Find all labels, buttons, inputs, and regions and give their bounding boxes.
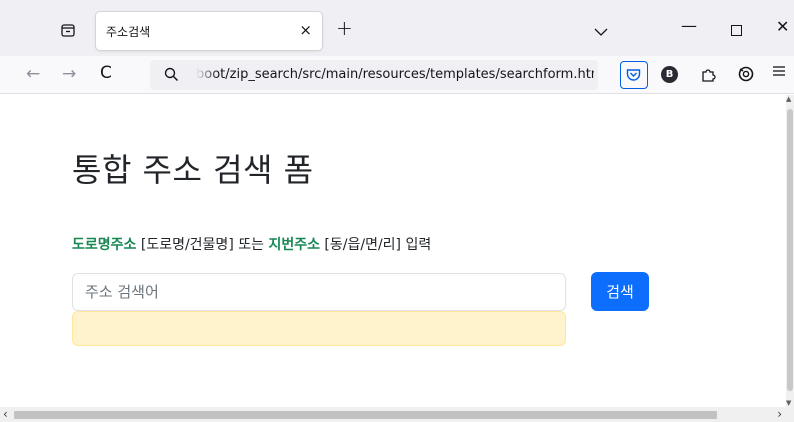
tab-close-icon[interactable]: × xyxy=(299,21,312,39)
tab-list-icon[interactable] xyxy=(60,22,76,38)
reload-icon[interactable]: C xyxy=(100,63,112,83)
navigation-bar: ← → C boot/zip_search/src/main/resources… xyxy=(0,56,794,94)
extension-b-icon[interactable]: B xyxy=(661,66,678,83)
horizontal-scrollbar[interactable]: ‹ › xyxy=(0,407,794,422)
pocket-icon[interactable] xyxy=(620,61,648,89)
new-tab-icon[interactable]: + xyxy=(336,16,353,40)
address-search-input[interactable] xyxy=(72,273,566,311)
lot-address-label: 지번주소 xyxy=(268,237,320,253)
search-instructions: 도로명주소 [도로명/건물명] 또는 지번주소 [동/읍/면/리] 입력 xyxy=(72,234,431,254)
vertical-scrollbar[interactable]: ▲ ▼ xyxy=(786,95,794,407)
search-icon xyxy=(164,67,179,86)
tab-title: 주소검색 xyxy=(106,25,151,39)
vertical-scroll-thumb[interactable] xyxy=(787,109,793,391)
tab-strip: 주소검색 × + — ✕ xyxy=(0,0,794,56)
scroll-left-icon[interactable]: ‹ xyxy=(3,407,8,421)
app-menu-icon[interactable] xyxy=(772,63,786,82)
url-text[interactable]: boot/zip_search/src/main/resources/templ… xyxy=(196,67,594,82)
scroll-up-icon[interactable]: ▲ xyxy=(786,95,791,103)
lot-address-detail: [동/읍/면/리] 입력 xyxy=(319,237,432,253)
minimize-icon[interactable]: — xyxy=(681,16,697,35)
browser-tab[interactable]: 주소검색 × xyxy=(96,12,322,50)
horizontal-scroll-thumb[interactable] xyxy=(14,411,717,419)
page-content: 통합 주소 검색 폼 도로명주소 [도로명/건물명] 또는 지번주소 [동/읍/… xyxy=(0,95,786,407)
scroll-down-icon[interactable]: ▼ xyxy=(786,399,791,407)
road-address-detail: [도로명/건물명] 또는 xyxy=(136,237,269,253)
maximize-icon[interactable] xyxy=(731,25,742,36)
search-button[interactable]: 검색 xyxy=(591,272,649,311)
close-window-icon[interactable]: ✕ xyxy=(776,17,789,36)
back-icon[interactable]: ← xyxy=(26,64,40,84)
page-title: 통합 주소 검색 폼 xyxy=(72,151,314,189)
search-result-box xyxy=(72,311,566,346)
account-icon[interactable] xyxy=(737,65,755,87)
scroll-right-icon[interactable]: › xyxy=(777,407,782,421)
url-bar[interactable]: boot/zip_search/src/main/resources/templ… xyxy=(150,60,598,90)
extensions-icon[interactable] xyxy=(700,65,718,87)
road-address-label: 도로명주소 xyxy=(72,237,137,253)
list-all-tabs-icon[interactable] xyxy=(594,22,608,41)
forward-icon[interactable]: → xyxy=(62,64,76,84)
